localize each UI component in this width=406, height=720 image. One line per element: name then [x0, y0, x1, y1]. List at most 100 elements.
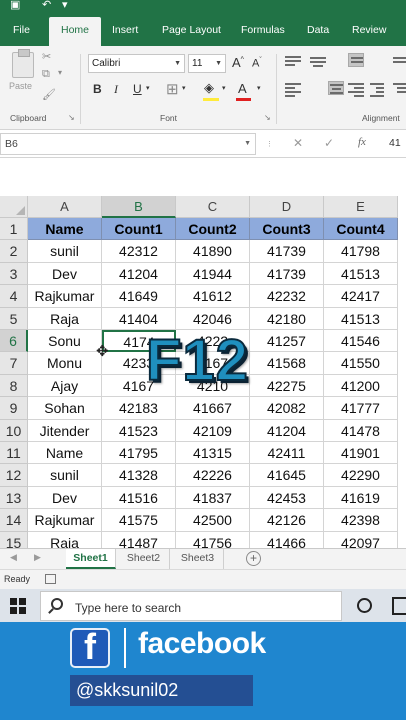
table-cell[interactable]: 41777	[324, 397, 398, 420]
task-view-icon[interactable]	[392, 597, 406, 615]
row-header[interactable]: 13	[0, 486, 28, 510]
table-cell[interactable]: 41619	[324, 486, 398, 510]
table-cell[interactable]: 42109	[176, 419, 250, 442]
table-cell[interactable]: Dev	[28, 262, 102, 286]
name-box[interactable]: B6 ▼	[0, 133, 256, 155]
insert-function-button[interactable]: fx	[358, 136, 366, 148]
table-cell[interactable]: sunil	[28, 464, 102, 487]
align-right-icon[interactable]	[348, 82, 364, 97]
underline-button[interactable]: U	[133, 82, 142, 96]
table-cell[interactable]: 42097	[324, 531, 398, 548]
fill-color-icon[interactable]: ◈	[204, 80, 214, 96]
column-header-d[interactable]: D	[250, 196, 324, 218]
decrease-indent-icon[interactable]	[370, 82, 386, 97]
column-header-b[interactable]: B	[102, 196, 176, 218]
table-cell[interactable]: 41645	[250, 464, 324, 487]
row-header[interactable]: 11	[0, 442, 28, 465]
format-painter-icon[interactable]: 🖌	[42, 88, 56, 101]
table-cell[interactable]: 41466	[250, 531, 324, 548]
table-cell[interactable]: Monu	[28, 352, 102, 375]
table-cell[interactable]: Raja	[28, 307, 102, 330]
tab-data[interactable]: Data	[307, 14, 329, 46]
sheet-tab-2[interactable]: Sheet2	[118, 549, 170, 569]
italic-button[interactable]: I	[114, 82, 118, 97]
table-cell[interactable]: 42500	[176, 509, 250, 532]
cortana-icon[interactable]	[357, 598, 372, 613]
table-cell[interactable]: 42232	[250, 285, 324, 308]
table-cell[interactable]: 41516	[102, 486, 176, 510]
macro-recording-icon[interactable]	[45, 574, 56, 584]
column-title-cell[interactable]: Name	[28, 218, 102, 241]
tab-formulas[interactable]: Formulas	[241, 14, 285, 46]
row-header[interactable]: 4	[0, 285, 28, 308]
align-bottom-icon[interactable]	[348, 53, 364, 67]
align-top-icon[interactable]	[285, 54, 301, 68]
table-cell[interactable]: 42453	[250, 486, 324, 510]
table-cell[interactable]: Ajay	[28, 374, 102, 398]
taskbar-search-input[interactable]: Type here to search	[40, 591, 342, 621]
table-cell[interactable]: 41257	[250, 330, 324, 353]
font-name-select[interactable]: Calibri ▼	[88, 54, 185, 73]
table-cell[interactable]: Sonu	[28, 330, 102, 353]
clipboard-launcher-icon[interactable]: ↘	[68, 113, 75, 122]
column-header-a[interactable]: A	[28, 196, 102, 218]
row-header[interactable]: 8	[0, 374, 28, 398]
tab-page-layout[interactable]: Page Layout	[162, 14, 221, 46]
windows-start-icon[interactable]	[10, 598, 26, 614]
row-header[interactable]: 1	[0, 218, 28, 241]
table-cell[interactable]: 42290	[324, 464, 398, 487]
table-cell[interactable]: 41204	[250, 419, 324, 442]
table-cell[interactable]: 41404	[102, 307, 176, 330]
table-cell[interactable]: 41739	[250, 262, 324, 286]
copy-icon[interactable]: ⧉	[42, 68, 50, 81]
table-cell[interactable]: 41756	[176, 531, 250, 548]
table-cell[interactable]: Raja	[28, 531, 102, 548]
sheet-tab-1[interactable]: Sheet1	[66, 549, 116, 569]
table-cell[interactable]: 41667	[176, 397, 250, 420]
table-cell[interactable]: 41649	[102, 285, 176, 308]
row-header[interactable]: 14	[0, 509, 28, 532]
increase-indent-icon[interactable]	[393, 82, 406, 96]
row-header[interactable]: 5	[0, 307, 28, 330]
increase-font-size-button[interactable]: A^	[232, 55, 244, 70]
table-cell[interactable]: 42126	[250, 509, 324, 532]
row-header[interactable]: 7	[0, 352, 28, 375]
borders-icon[interactable]: ⊞	[166, 80, 179, 98]
decrease-font-size-button[interactable]: Aˇ	[252, 57, 262, 70]
table-cell[interactable]: 42275	[250, 374, 324, 398]
sheet-tab-3[interactable]: Sheet3	[172, 549, 224, 569]
align-middle-icon[interactable]	[310, 54, 326, 68]
tab-home[interactable]: Home	[49, 17, 101, 46]
orientation-icon[interactable]	[393, 54, 406, 68]
table-cell[interactable]: 41315	[176, 442, 250, 465]
row-header[interactable]: 2	[0, 240, 28, 263]
paste-icon[interactable]	[12, 49, 34, 78]
save-icon[interactable]: ▣	[10, 0, 20, 11]
table-cell[interactable]: 41798	[324, 240, 398, 263]
bold-button[interactable]: B	[93, 82, 102, 96]
table-cell[interactable]: 41546	[324, 330, 398, 353]
row-header[interactable]: 10	[0, 419, 28, 442]
scroll-left-icon[interactable]: ◀	[10, 552, 17, 563]
select-all-button[interactable]	[0, 196, 28, 218]
table-cell[interactable]: 42417	[324, 285, 398, 308]
borders-dropdown-icon[interactable]: ▾	[182, 84, 186, 92]
table-cell[interactable]: 41890	[176, 240, 250, 263]
column-header-c[interactable]: C	[176, 196, 250, 218]
column-title-cell[interactable]: Count3	[250, 218, 324, 241]
table-cell[interactable]: Rajkumar	[28, 509, 102, 532]
row-header[interactable]: 12	[0, 464, 28, 487]
table-cell[interactable]: Dev	[28, 486, 102, 510]
copy-dropdown-icon[interactable]: ▾	[58, 68, 62, 77]
table-cell[interactable]: 41204	[102, 262, 176, 286]
table-cell[interactable]: Rajkumar	[28, 285, 102, 308]
table-cell[interactable]: 41200	[324, 374, 398, 398]
add-sheet-button[interactable]: +	[246, 551, 261, 566]
align-center-icon[interactable]	[328, 81, 344, 95]
table-cell[interactable]: 41523	[102, 419, 176, 442]
font-color-button[interactable]: A	[238, 81, 247, 96]
tab-review[interactable]: Review	[352, 14, 386, 46]
formula-input[interactable]: 41	[389, 137, 401, 149]
table-cell[interactable]: 41328	[102, 464, 176, 487]
table-cell[interactable]: 41478	[324, 419, 398, 442]
